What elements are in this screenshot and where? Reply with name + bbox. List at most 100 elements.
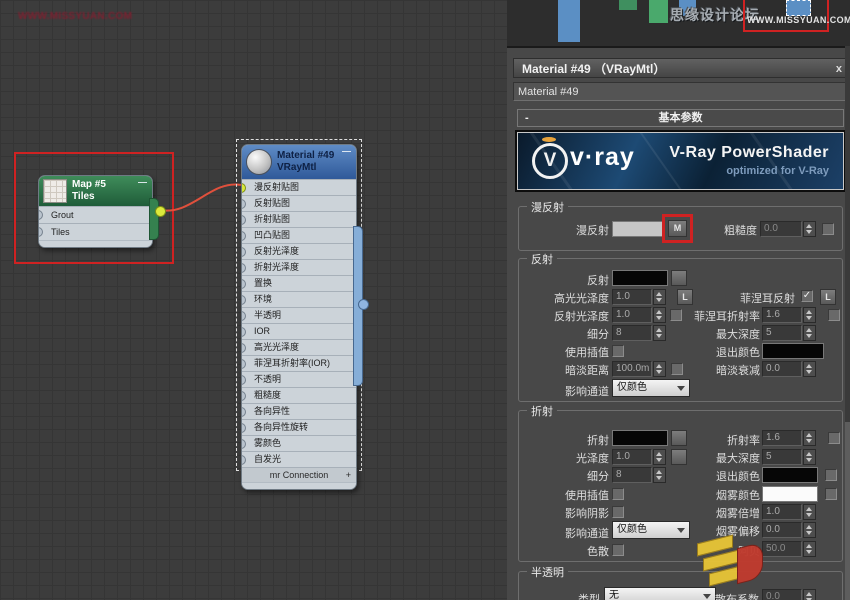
refr-gloss-field[interactable]: 1.0 [612,449,652,465]
input-socket[interactable] [242,199,246,209]
refr-ior-checkbox[interactable] [828,432,840,444]
refl-maxdepth-spinner[interactable] [803,325,816,341]
refr-interp-checkbox[interactable] [612,488,624,500]
node-input-row[interactable]: 反射贴图 [242,195,356,211]
hilight-gloss-field[interactable]: 1.0 [612,289,652,305]
rollout-basic-params[interactable]: - 基本参数 [517,109,844,127]
input-socket[interactable] [39,210,43,220]
node-input-row[interactable]: 不透明 [242,371,356,387]
refl-subdivs-field[interactable]: 8 [612,325,652,341]
refr-ior-field[interactable]: 1.6 [762,430,802,446]
refl-interp-checkbox[interactable] [612,345,624,357]
node-input-row[interactable]: 反射光泽度 [242,243,356,259]
refl-subdivs-spinner[interactable] [653,325,666,341]
fresnel-lock-button[interactable]: L [820,289,836,305]
input-socket[interactable] [242,391,246,401]
fresnel-ior-checkbox[interactable] [828,309,840,321]
map-output-socket[interactable] [155,206,166,217]
refr-subdivs-spinner[interactable] [653,467,666,483]
map-node-header[interactable]: Map #5 Tiles — [39,176,152,206]
fresnel-checkbox-checked[interactable] [801,290,813,302]
refr-maxdepth-field[interactable]: 5 [762,449,802,465]
panel-scrollbar[interactable] [845,46,850,600]
input-socket[interactable] [242,407,246,417]
map-output-tab[interactable] [149,198,159,240]
fog-mult-spinner[interactable] [803,504,816,520]
fog-color-checkbox[interactable] [825,488,837,500]
refr-gloss-button[interactable] [671,449,687,465]
input-socket[interactable] [242,375,246,385]
node-input-row[interactable]: 高光光泽度 [242,339,356,355]
close-icon[interactable]: x [836,59,842,79]
fresnel-ior-field[interactable]: 1.6 [762,307,802,323]
input-socket[interactable] [242,279,246,289]
dim-falloff-field[interactable]: 0.0 [762,361,802,377]
abbe-spinner[interactable] [803,541,816,557]
hilight-gloss-lock-button[interactable]: L [677,289,693,305]
refr-exitcolor-checkbox[interactable] [825,469,837,481]
refr-subdivs-field[interactable]: 8 [612,467,652,483]
node-input-row[interactable]: 粗糙度 [242,387,356,403]
dim-distance-spinner[interactable] [653,361,666,377]
node-input-row[interactable]: 菲涅耳折射率(IOR) [242,355,356,371]
refl-gloss-field[interactable]: 1.0 [612,307,652,323]
input-socket[interactable] [242,359,246,369]
node-input-row[interactable]: 半透明 [242,307,356,323]
node-input-row[interactable]: 各向异性旋转 [242,419,356,435]
input-socket[interactable] [242,343,246,353]
fog-bias-spinner[interactable] [803,522,816,538]
sample-slots-strip[interactable]: 思缘设计论坛 WWW.MISSYUAN.COM [507,0,850,48]
dim-falloff-spinner[interactable] [803,361,816,377]
refr-ior-spinner[interactable] [803,430,816,446]
node-input-row[interactable]: 漫反射贴图 [242,179,356,195]
minimize-icon[interactable]: — [342,146,351,156]
refr-exitcolor-swatch[interactable] [762,467,818,483]
input-socket[interactable] [242,455,246,465]
node-input-row[interactable]: Grout [39,206,152,223]
map-tiles-node[interactable]: Map #5 Tiles — GroutTiles [38,175,153,248]
input-socket[interactable] [242,327,246,337]
diffuse-color-swatch[interactable] [612,221,664,237]
dispersion-checkbox[interactable] [612,544,624,556]
collapse-icon[interactable]: - [525,110,529,126]
hilight-gloss-spinner[interactable] [653,289,666,305]
refl-gloss-checkbox[interactable] [670,309,682,321]
refl-affect-dropdown[interactable]: 仅颜色 [612,379,690,397]
input-socket[interactable] [242,215,246,225]
affect-shadows-checkbox[interactable] [612,506,624,518]
input-socket[interactable] [39,227,43,237]
input-socket[interactable] [242,439,246,449]
expand-icon[interactable]: + [346,468,351,482]
node-graph-canvas[interactable]: WWW.MISSYUAN.COM Map #5 Tiles — GroutTil… [0,0,509,600]
input-socket[interactable] [242,423,246,433]
vraymtl-output-socket[interactable] [358,299,369,310]
node-input-row[interactable]: 各向异性 [242,403,356,419]
dim-distance-checkbox[interactable] [671,363,683,375]
roughness-spinner[interactable] [803,221,816,237]
refr-maxdepth-spinner[interactable] [803,449,816,465]
refr-gloss-spinner[interactable] [653,449,666,465]
fog-color-swatch[interactable] [762,486,818,502]
node-input-row[interactable]: 自发光 [242,451,356,467]
dim-distance-field[interactable]: 100.0m [612,361,652,377]
input-socket[interactable] [242,247,246,257]
reflect-color-swatch[interactable] [612,270,668,286]
node-input-row[interactable]: 置换 [242,275,356,291]
material-name-input[interactable] [513,82,850,101]
refl-exitcolor-swatch[interactable] [762,343,824,359]
refl-gloss-spinner[interactable] [653,307,666,323]
node-input-row[interactable]: 凹凸贴图 [242,227,356,243]
node-input-row[interactable]: 环境 [242,291,356,307]
scrollbar-thumb[interactable] [845,422,850,600]
input-socket[interactable] [242,311,246,321]
roughness-map-checkbox[interactable] [822,223,834,235]
node-input-row[interactable]: Tiles [39,223,152,240]
refract-map-button[interactable] [671,430,687,446]
minimize-icon[interactable]: — [138,177,147,187]
node-input-row[interactable]: 折射光泽度 [242,259,356,275]
scatter-spinner[interactable] [803,589,816,600]
input-socket[interactable] [242,263,246,273]
fog-mult-field[interactable]: 1.0 [762,504,802,520]
refl-maxdepth-field[interactable]: 5 [762,325,802,341]
roughness-field[interactable]: 0.0 [760,221,802,237]
